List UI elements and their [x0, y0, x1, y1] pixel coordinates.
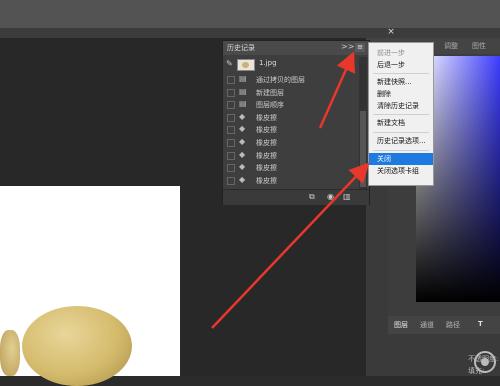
- menu-separator: [373, 73, 429, 74]
- menu-item-label: 关闭选项卡组: [377, 167, 419, 175]
- history-panel-title: 历史记录: [227, 44, 255, 52]
- history-state-item[interactable]: ◆ 橡皮擦: [223, 161, 359, 173]
- layer-icon: ▤: [239, 74, 247, 83]
- snapshot-thumbnail: [237, 59, 255, 71]
- history-state-label: 橡皮擦: [256, 126, 277, 135]
- camera-icon[interactable]: ◉: [327, 192, 334, 201]
- text-tool-icon[interactable]: T: [478, 320, 483, 328]
- history-state-item[interactable]: ◆ 橡皮擦: [223, 149, 359, 161]
- history-state-item[interactable]: ▤ 图层顺序: [223, 98, 359, 110]
- potato-image: [22, 306, 132, 386]
- history-footer: ⧉ ◉ ▥: [223, 189, 369, 205]
- menu-item[interactable]: 关闭: [369, 153, 433, 165]
- history-state-label: 橡皮擦: [256, 139, 277, 147]
- menu-item[interactable]: 历史记录选项...: [369, 135, 433, 147]
- history-state-checkbox[interactable]: [227, 164, 235, 173]
- history-state-label: 橡皮擦: [256, 164, 277, 173]
- history-state-label: 橡皮擦: [256, 113, 277, 122]
- history-state-checkbox[interactable]: [227, 88, 235, 97]
- history-state-label: 通过拷贝的图层: [256, 76, 305, 84]
- menu-item[interactable]: 新建文档: [369, 117, 433, 129]
- history-state-item[interactable]: ▤ 通过拷贝的图层: [223, 73, 359, 85]
- menu-separator: [373, 150, 429, 151]
- menu-item-label: 后退一步: [377, 61, 405, 69]
- history-panel-header: 历史记录 >> ≡: [223, 41, 369, 55]
- menu-item-label: 关闭: [377, 155, 391, 163]
- layer-icon: ▤: [239, 86, 247, 96]
- history-state-label: 橡皮擦: [256, 176, 277, 185]
- history-state-checkbox[interactable]: [227, 151, 235, 160]
- watermark-logo: [474, 351, 496, 373]
- eraser-icon: ◆: [239, 174, 246, 184]
- history-state-label: 图层顺序: [256, 101, 284, 110]
- menu-item[interactable]: 删除: [369, 88, 433, 100]
- trash-icon[interactable]: ▥: [343, 192, 351, 201]
- snapshot-label: 1.jpg: [259, 59, 277, 67]
- tab-paths[interactable]: 路径: [446, 320, 460, 330]
- history-state-checkbox[interactable]: [227, 126, 235, 135]
- menu-item-label: 新建快照...: [377, 78, 412, 86]
- options-bar: [0, 0, 500, 28]
- eraser-icon: ◆: [239, 162, 246, 172]
- menu-item-label: 新建文档: [377, 119, 405, 127]
- history-state-checkbox[interactable]: [227, 139, 235, 147]
- history-state-item[interactable]: ◆ 橡皮擦: [223, 111, 359, 123]
- menu-item[interactable]: 前进一步: [369, 47, 433, 59]
- layers-panel-tabs: 图层 通道 路径 T: [388, 316, 500, 334]
- menu-item[interactable]: 清除历史记录: [369, 100, 433, 112]
- potato-image-partial: [0, 330, 20, 376]
- history-state-label: 新建图层: [256, 88, 284, 97]
- panel-menu-icon[interactable]: ≡: [355, 43, 365, 52]
- history-state-item[interactable]: ▤ 新建图层: [223, 86, 359, 98]
- collapse-panel-icon[interactable]: >>: [341, 42, 354, 51]
- menu-item-label: 历史记录选项...: [377, 137, 426, 145]
- document-tab-strip: [0, 28, 500, 38]
- eraser-icon: ◆: [239, 137, 246, 146]
- tab-adjustments[interactable]: 调整: [444, 41, 458, 51]
- tab-layers[interactable]: 图层: [394, 320, 408, 330]
- history-panel: 历史记录 >> ≡ ✎ 1.jpg ▤ 通过拷贝的图层 ▤ 新建图层 ▤ 图层顺序 ◆ 橡皮擦…: [222, 40, 370, 205]
- menu-separator: [373, 132, 429, 133]
- menu-item-label: 前进一步: [377, 49, 405, 57]
- menu-item-label: 删除: [377, 90, 391, 98]
- history-panel-menu: 前进一步后退一步新建快照... 删除清除历史记录 新建文档历史记录选项... 关闭关闭…: [368, 42, 434, 186]
- history-state-checkbox[interactable]: [227, 76, 235, 84]
- eraser-icon: ◆: [239, 124, 246, 134]
- history-brush-icon[interactable]: ✎: [226, 59, 233, 68]
- layer-icon: ▤: [239, 99, 247, 109]
- menu-item[interactable]: 新建快照...: [369, 76, 433, 88]
- history-state-checkbox[interactable]: [227, 101, 235, 110]
- history-state-label: 橡皮擦: [256, 151, 277, 160]
- history-state-checkbox[interactable]: [227, 113, 235, 122]
- history-state-item[interactable]: ◆ 橡皮擦: [223, 136, 359, 148]
- tab-channels[interactable]: 通道: [420, 320, 434, 330]
- history-state-item[interactable]: ◆ 橡皮擦: [223, 174, 359, 186]
- eraser-icon: ◆: [239, 149, 246, 159]
- tab-properties[interactable]: 图性: [472, 41, 486, 51]
- close-document-icon[interactable]: ×: [385, 26, 397, 38]
- menu-item[interactable]: 关闭选项卡组: [369, 165, 433, 177]
- history-snapshot[interactable]: ✎ 1.jpg: [223, 57, 359, 71]
- history-state-item[interactable]: ◆ 橡皮擦: [223, 123, 359, 135]
- history-state-checkbox[interactable]: [227, 176, 235, 185]
- menu-item[interactable]: 后退一步: [369, 59, 433, 71]
- new-document-from-state-icon[interactable]: ⧉: [309, 192, 315, 202]
- history-scrollbar-thumb[interactable]: [360, 111, 366, 187]
- menu-separator: [373, 114, 429, 115]
- menu-item-label: 清除历史记录: [377, 102, 419, 110]
- eraser-icon: ◆: [239, 111, 246, 121]
